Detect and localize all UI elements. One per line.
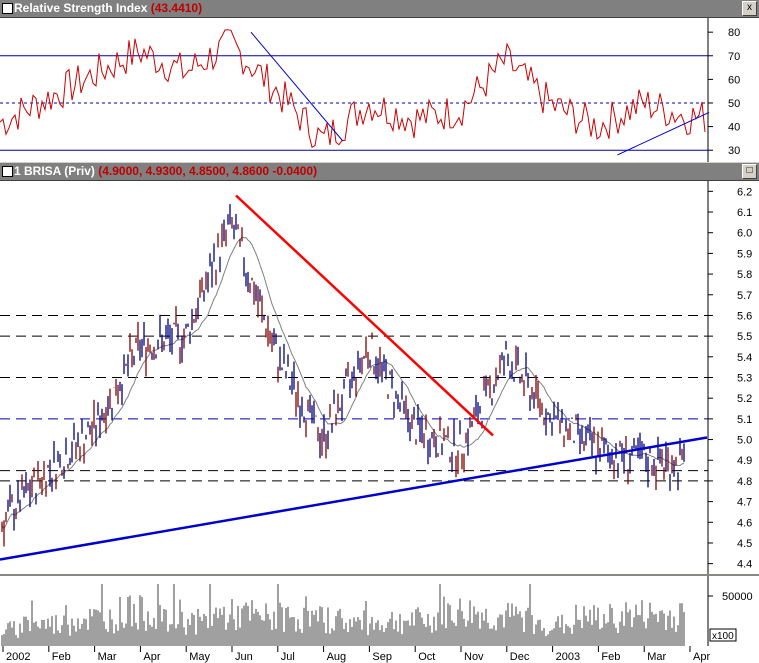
rsi-tick-label-60: 60 bbox=[728, 74, 740, 86]
rsi-series-line bbox=[0, 29, 706, 148]
moving-average-line bbox=[1, 236, 685, 530]
price-title-text: 1 BRISA (Priv) bbox=[14, 164, 95, 178]
price-trendlines bbox=[0, 194, 708, 561]
x-tick-label: Oct bbox=[418, 651, 435, 663]
x-tick-label: Feb bbox=[52, 651, 71, 663]
x-tick-label: Jun bbox=[235, 651, 253, 663]
close-button[interactable]: x bbox=[742, 1, 757, 16]
rsi-reference-lines bbox=[0, 55, 708, 151]
x-tick-label: Feb bbox=[601, 651, 620, 663]
maximize-button[interactable]: □ bbox=[742, 164, 757, 179]
x-tick-label: 2002 bbox=[6, 651, 30, 663]
price-tick-label-6: 6.0 bbox=[737, 228, 752, 240]
price-trendline-red bbox=[235, 194, 494, 437]
volume-multiplier-box bbox=[709, 628, 737, 642]
x-tick-label: Jul bbox=[281, 651, 295, 663]
x-axis: 2002 Feb Mar Apr May Jun Jul Aug Sep Oct Nov Dec 200… bbox=[2, 646, 710, 663]
price-y-axis: 4.4 4.5 4.6 4.7 4.8 4.9 5.0 5.1 5.2 5.3 5.4 5.5 5.6 5… bbox=[708, 186, 752, 571]
price-tick-label-6.2: 6.2 bbox=[737, 186, 752, 198]
price-tick-label-5.8: 5.8 bbox=[737, 269, 752, 281]
price-tick-label-5.2: 5.2 bbox=[737, 393, 752, 405]
price-tick-label-4.8: 4.8 bbox=[737, 476, 752, 488]
volume-bars bbox=[1, 584, 685, 646]
price-tick-label-5.1: 5.1 bbox=[737, 414, 752, 426]
price-tick-label-5.5: 5.5 bbox=[737, 331, 752, 343]
rsi-tick-label-70: 70 bbox=[728, 51, 740, 63]
rsi-tick-label-30: 30 bbox=[728, 145, 740, 157]
maximize-icon: □ bbox=[746, 165, 753, 176]
rsi-title-bar[interactable]: Relative Strength Index (43.4410) x bbox=[0, 0, 759, 18]
rsi-current-value: (43.4410) bbox=[150, 1, 203, 15]
x-axis-background bbox=[0, 646, 759, 663]
price-tick-label-4.9: 4.9 bbox=[737, 455, 752, 467]
x-tick-label: May bbox=[189, 651, 210, 663]
x-tick-label: Nov bbox=[464, 651, 484, 663]
price-title-bar[interactable]: 1 BRISA (Priv) (4.9000, 4.9300, 4.8500, … bbox=[0, 163, 759, 181]
price-tick-label-6.1: 6.1 bbox=[737, 207, 752, 219]
rsi-tick-label-40: 40 bbox=[728, 122, 740, 134]
price-tick-label-5.4: 5.4 bbox=[737, 352, 752, 364]
x-tick-label: Mar bbox=[647, 651, 666, 663]
price-title: 1 BRISA (Priv) (4.9000, 4.9300, 4.8500, … bbox=[14, 164, 317, 178]
x-tick-label: Aug bbox=[327, 651, 347, 663]
x-tick-label: 2003 bbox=[556, 651, 580, 663]
rsi-y-axis: 30 40 50 60 70 80 bbox=[708, 27, 740, 157]
price-tick-label-5.9: 5.9 bbox=[737, 248, 752, 260]
price-tick-label-4.6: 4.6 bbox=[737, 517, 752, 529]
x-tick-label: Apr bbox=[693, 651, 710, 663]
volume-tick-label-50000: 50000 bbox=[722, 591, 753, 603]
price-tick-label-4.4: 4.4 bbox=[737, 559, 752, 571]
price-tick-label-5.7: 5.7 bbox=[737, 290, 752, 302]
rsi-title-text: Relative Strength Index bbox=[14, 1, 148, 15]
window-menu-icon[interactable] bbox=[2, 166, 13, 177]
x-tick-label: Apr bbox=[143, 651, 160, 663]
volume-multiplier-label: x100 bbox=[712, 631, 734, 642]
x-tick-label: Sep bbox=[372, 651, 392, 663]
price-horizontal-lines bbox=[0, 314, 708, 482]
price-tick-label-5.6: 5.6 bbox=[737, 310, 752, 322]
price-ohlc-values: (4.9000, 4.9300, 4.8500, 4.8600 -0.0400) bbox=[98, 164, 318, 178]
price-ohlc-bars bbox=[1, 204, 685, 547]
rsi-plot-background bbox=[0, 18, 759, 162]
price-tick-label-5.3: 5.3 bbox=[737, 373, 752, 385]
rsi-trendlines bbox=[250, 31, 710, 156]
rsi-trendline-0 bbox=[250, 31, 343, 142]
volume-y-axis: 50000 bbox=[708, 591, 753, 603]
x-tick-label: Dec bbox=[510, 651, 530, 663]
price-plot-background bbox=[0, 181, 759, 574]
close-icon: x bbox=[747, 2, 752, 13]
price-tick-label-4.7: 4.7 bbox=[737, 497, 752, 509]
rsi-trendline-1 bbox=[617, 111, 710, 156]
rsi-title: Relative Strength Index (43.4410) bbox=[14, 1, 202, 15]
x-tick-label: Mar bbox=[98, 651, 117, 663]
price-tick-label-5: 5.0 bbox=[737, 435, 752, 447]
price-tick-label-4.5: 4.5 bbox=[737, 538, 752, 550]
volume-plot-background bbox=[0, 576, 759, 646]
rsi-tick-label-50: 50 bbox=[728, 98, 740, 110]
window-menu-icon[interactable] bbox=[2, 3, 13, 14]
rsi-tick-label-80: 80 bbox=[728, 27, 740, 39]
chart-canvas: 30 40 50 60 70 80 4.4 4.5 4.6 4.7 4.8 4.9 5.0 5.1 5.2… bbox=[0, 18, 759, 663]
price-trendline-blue bbox=[0, 436, 708, 561]
